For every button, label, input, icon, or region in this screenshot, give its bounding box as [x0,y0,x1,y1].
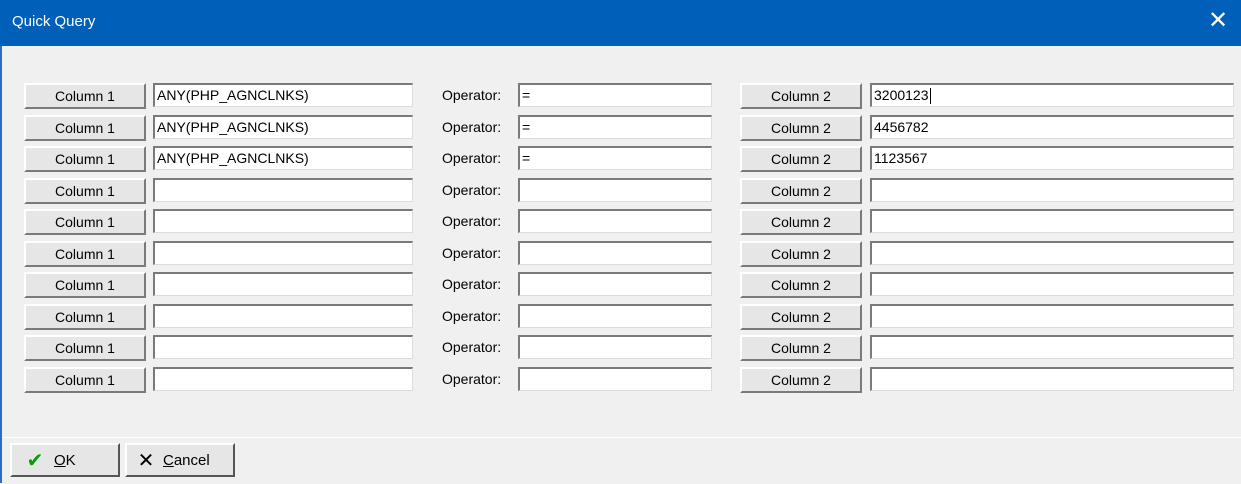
column2-value-field[interactable] [870,335,1234,359]
operator-label: Operator: [442,276,502,292]
operator-label: Operator: [442,308,502,324]
column1-button[interactable]: Column 1 [24,367,146,393]
column2-value-field[interactable] [870,304,1234,328]
operator-label: Operator: [442,87,502,103]
operator-field[interactable] [518,241,712,265]
column1-value-field[interactable]: ANY(PHP_AGNCLNKS) [153,83,413,107]
column2-button[interactable]: Column 2 [740,335,862,361]
column1-button[interactable]: Column 1 [24,178,146,204]
operator-field[interactable] [518,304,712,328]
column2-button[interactable]: Column 2 [740,83,862,109]
column1-value-field[interactable] [153,241,413,265]
column1-value-field[interactable] [153,178,413,202]
column2-button[interactable]: Column 2 [740,304,862,330]
column2-value-field[interactable]: 4456782 [870,115,1234,139]
column1-button[interactable]: Column 1 [24,241,146,267]
column1-button[interactable]: Column 1 [24,146,146,172]
column1-button[interactable]: Column 1 [24,83,146,109]
column1-button[interactable]: Column 1 [24,304,146,330]
column2-value-field[interactable] [870,367,1234,391]
ok-button[interactable]: ✔ OK [10,443,120,477]
column1-value-field[interactable]: ANY(PHP_AGNCLNKS) [153,115,413,139]
column1-button[interactable]: Column 1 [24,272,146,298]
operator-field[interactable] [518,209,712,233]
column2-value-field[interactable] [870,241,1234,265]
column2-button[interactable]: Column 2 [740,178,862,204]
column1-value-field[interactable] [153,335,413,359]
operator-label: Operator: [442,213,502,229]
column2-value-field[interactable] [870,178,1234,202]
operator-field[interactable] [518,367,712,391]
text-cursor [929,88,931,105]
column2-value-field[interactable]: 1123567 [870,146,1234,170]
operator-label: Operator: [442,371,502,387]
column2-value-field[interactable] [870,209,1234,233]
column2-button[interactable]: Column 2 [740,241,862,267]
ok-label: OK [54,451,76,469]
operator-label: Operator: [442,119,502,135]
column2-button[interactable]: Column 2 [740,272,862,298]
column2-button[interactable]: Column 2 [740,146,862,172]
cancel-button[interactable]: ✕ Cancel [125,443,235,477]
column1-button[interactable]: Column 1 [24,335,146,361]
column1-value-field[interactable] [153,209,413,233]
column1-value-field[interactable] [153,304,413,328]
x-icon: ✕ [137,449,155,472]
column2-value-field[interactable]: 3200123 [870,83,1234,107]
operator-field[interactable]: = [518,83,712,107]
operator-field[interactable]: = [518,146,712,170]
operator-label: Operator: [442,150,502,166]
close-icon[interactable]: ✕ [1203,6,1233,36]
operator-field[interactable] [518,272,712,296]
cancel-label: Cancel [163,451,210,469]
window-title: Quick Query [12,13,96,30]
operator-label: Operator: [442,339,502,355]
operator-field[interactable] [518,178,712,202]
column2-button[interactable]: Column 2 [740,209,862,235]
column1-button[interactable]: Column 1 [24,209,146,235]
column1-button[interactable]: Column 1 [24,115,146,141]
checkmark-icon: ✔ [26,449,44,472]
column1-value-field[interactable] [153,272,413,296]
title-bar: Quick Query ✕ [0,0,1241,46]
operator-label: Operator: [442,182,502,198]
column2-value-field[interactable] [870,272,1234,296]
column2-button[interactable]: Column 2 [740,367,862,393]
operator-field[interactable]: = [518,115,712,139]
operator-field[interactable] [518,335,712,359]
column2-button[interactable]: Column 2 [740,115,862,141]
column1-value-field[interactable]: ANY(PHP_AGNCLNKS) [153,146,413,170]
operator-label: Operator: [442,245,502,261]
column1-value-field[interactable] [153,367,413,391]
